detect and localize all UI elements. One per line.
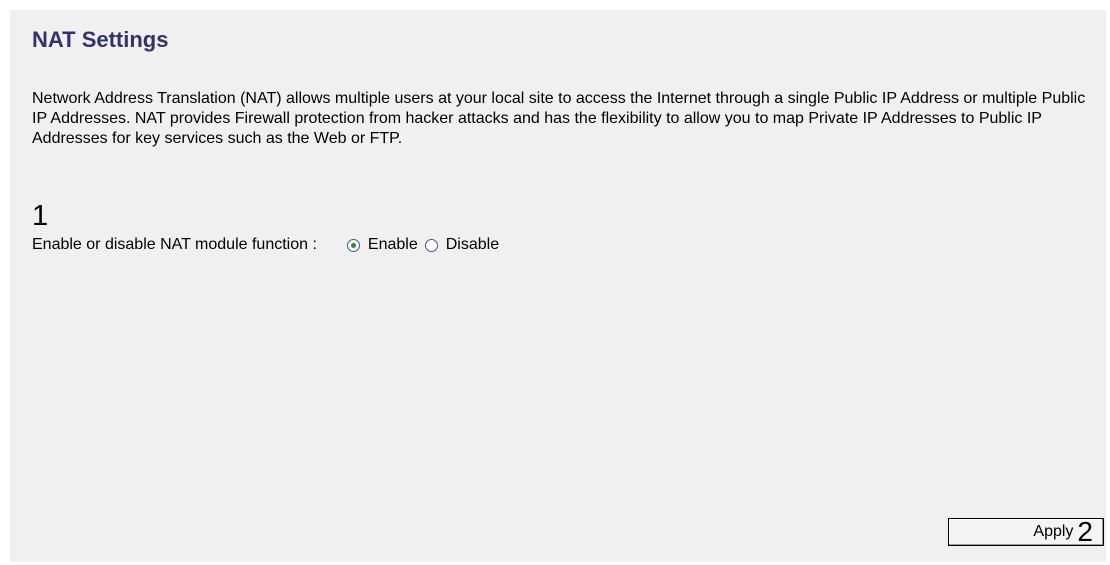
- apply-button[interactable]: Apply 2: [948, 518, 1104, 546]
- enable-radio-label: Enable: [367, 236, 418, 253]
- nat-description: Network Address Translation (NAT) allows…: [32, 90, 1086, 147]
- disable-radio-label: Disable: [445, 236, 500, 253]
- callout-marker-2: 2: [1077, 516, 1093, 547]
- enable-radio-option[interactable]: Enable: [346, 236, 418, 254]
- nat-module-row: Enable or disable NAT module function : …: [32, 233, 506, 257]
- radio-checked-icon[interactable]: [346, 238, 360, 252]
- nat-module-label: Enable or disable NAT module function :: [32, 236, 317, 253]
- callout-marker-1: 1: [32, 200, 49, 232]
- apply-button-label: Apply: [1033, 523, 1074, 540]
- radio-unchecked-icon[interactable]: [424, 238, 438, 252]
- disable-radio-option[interactable]: Disable: [424, 236, 500, 254]
- nat-settings-panel: NAT Settings Network Address Translation…: [10, 10, 1106, 562]
- page-title: NAT Settings: [32, 27, 169, 52]
